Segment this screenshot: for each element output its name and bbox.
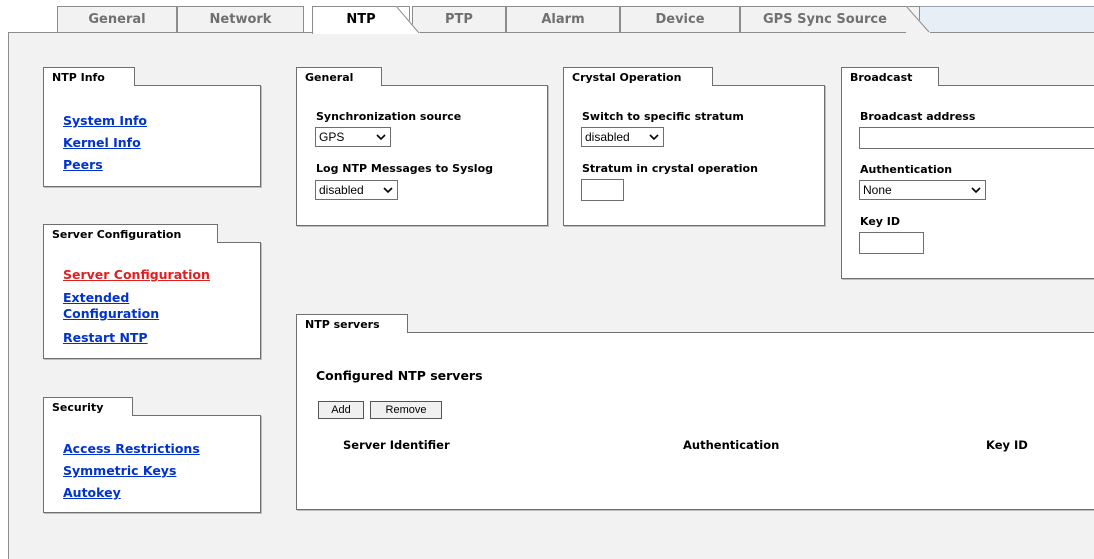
column-authentication: Authentication [683,438,780,452]
link-system-info[interactable]: System Info [63,113,147,129]
tab-device[interactable]: Device [620,6,740,32]
switch-stratum-value: disabled [585,130,630,144]
broadcast-auth-value: None [863,183,892,197]
log-syslog-label: Log NTP Messages to Syslog [316,162,493,175]
sync-source-select[interactable]: GPS [315,127,391,147]
add-button[interactable]: Add [318,401,364,419]
server-config-title: Server Configuration [43,224,218,243]
chevron-down-icon [971,187,981,194]
tab-bar: General Network NTP PTP Alarm Device GPS… [0,0,1094,34]
tab-gps-corner [906,6,930,33]
link-server-configuration[interactable]: Server Configuration [63,267,210,283]
broadcast-auth-label: Authentication [860,163,953,176]
stratum-crystal-label: Stratum in crystal operation [582,162,758,175]
broadcast-auth-select[interactable]: None [859,180,986,200]
link-autokey[interactable]: Autokey [63,485,121,501]
broadcast-title: Broadcast [841,67,939,86]
switch-stratum-select[interactable]: disabled [581,127,664,147]
chevron-down-icon [383,187,393,194]
general-title: General [296,67,382,86]
broadcast-address-label: Broadcast address [860,110,976,123]
crystal-box [563,85,825,226]
ntp-servers-title: NTP servers [296,314,408,333]
tab-strip-background [920,6,1094,34]
log-syslog-select[interactable]: disabled [315,180,398,200]
link-peers[interactable]: Peers [63,157,103,173]
tab-network[interactable]: Network [177,6,304,32]
tab-gps-sync-source[interactable]: GPS Sync Source [740,6,920,32]
tab-ptp[interactable]: PTP [412,6,506,32]
link-extended-configuration[interactable]: Extended Configuration [63,290,173,322]
column-key-id: Key ID [986,438,1028,452]
sync-source-label: Synchronization source [316,110,462,123]
tab-general[interactable]: General [57,6,177,32]
stratum-crystal-input[interactable] [581,179,624,201]
sync-source-value: GPS [319,130,345,144]
security-title: Security [43,397,133,416]
broadcast-address-input[interactable] [859,127,1094,149]
ntp-servers-box [296,332,1094,510]
column-server-identifier: Server Identifier [343,438,450,452]
broadcast-keyid-label: Key ID [860,215,901,228]
chevron-down-icon [376,134,386,141]
log-syslog-value: disabled [319,183,364,197]
link-access-restrictions[interactable]: Access Restrictions [63,441,200,457]
switch-stratum-label: Switch to specific stratum [582,110,744,123]
broadcast-keyid-input[interactable] [859,232,924,254]
configured-servers-heading: Configured NTP servers [316,368,483,383]
link-restart-ntp[interactable]: Restart NTP [63,330,148,346]
tab-ntp-corner [396,6,420,34]
chevron-down-icon [649,134,659,141]
general-box [296,85,548,226]
tab-alarm[interactable]: Alarm [506,6,620,32]
crystal-title: Crystal Operation [563,67,713,86]
link-kernel-info[interactable]: Kernel Info [63,135,141,151]
ntp-info-title: NTP Info [43,67,135,86]
remove-button[interactable]: Remove [370,401,442,419]
link-symmetric-keys[interactable]: Symmetric Keys [63,463,176,479]
